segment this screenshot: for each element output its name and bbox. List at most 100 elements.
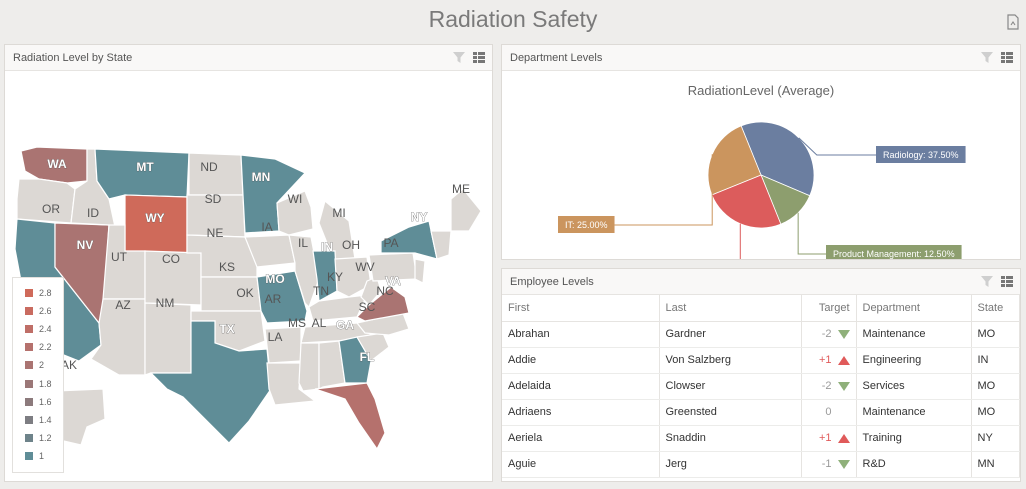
cell-state: MN [971,451,1020,478]
cell-last: Von Salzberg [659,347,802,374]
label-mi: MI [332,206,345,220]
label-ut: UT [111,250,128,264]
label-ne: NE [207,226,224,240]
cell-state: NY [971,425,1020,452]
state-nm [144,302,192,376]
legend-swatch [25,325,33,334]
table-row[interactable]: Adriaens Greensted 0 Maintenance MO [502,399,1020,426]
cell-department: R&D [856,451,972,478]
column-header-last[interactable]: Last [659,295,802,322]
map-panel: Radiation Level by State WA MT MN WY NV … [4,44,493,482]
cell-department: Engineering [856,347,972,374]
legend-item: 1 [25,447,63,465]
map-panel-header: Radiation Level by State [5,45,492,71]
label-mn: MN [252,170,271,184]
legend-item: 1.8 [25,374,63,392]
label-nv: NV [77,238,94,252]
label-sc: SC [359,300,376,314]
cell-first: Adriaens [502,399,660,426]
cell-first: Abrahan [502,321,660,348]
label-al: AL [312,316,327,330]
grid-menu-icon[interactable] [1000,51,1014,64]
column-header-department[interactable]: Department [856,295,972,322]
department-pie-chart[interactable]: Radiology: 37.50% Product Management: 12.… [502,71,1020,259]
column-header-target[interactable]: Target [801,295,857,322]
grid-menu-icon[interactable] [1000,275,1014,288]
table-row[interactable]: Adelaida Clowser -2 Services MO [502,373,1020,400]
table-row[interactable]: Aguie Jerg -1 R&D MN [502,451,1020,478]
cell-target: -2 [801,321,857,348]
dept-panel-title: Department Levels [510,52,603,64]
table-row[interactable]: Addie Von Salzberg +1 Engineering IN [502,347,1020,374]
state-nj [414,258,426,284]
table-header-row: First Last Target Department State [502,295,1020,322]
legend-label: 2.6 [39,306,52,317]
cell-state: MO [971,373,1020,400]
legend-item: 1.6 [25,393,63,411]
label-ia: IA [261,220,272,234]
label-fl: FL [360,350,375,364]
cell-last: Jerg [659,451,802,478]
state-ms [298,342,320,392]
legend-label: 1 [39,450,45,461]
legend-item: 2.2 [25,338,63,356]
label-nd: ND [200,160,218,174]
target-value: -2 [821,380,832,392]
pie-callout-line [798,137,876,156]
export-icon[interactable] [1006,14,1020,30]
cell-state: IN [971,347,1020,374]
label-wi: WI [288,192,303,206]
column-header-first[interactable]: First [502,295,660,322]
arrow-up-icon [837,433,850,443]
legend-swatch [25,451,33,460]
state-mt [94,148,190,200]
pie-slice-label: Product Management: 12.50% [833,249,955,259]
state-fl [314,382,386,451]
legend-item: 1.4 [25,411,63,429]
label-wy: WY [145,211,164,225]
filter-icon[interactable] [980,51,994,64]
table-row[interactable]: Abrahan Gardner -2 Maintenance MO [502,321,1020,348]
label-wv: WV [355,260,374,274]
column-header-state[interactable]: State [971,295,1020,322]
legend-item: 2.4 [25,320,63,338]
legend-label: 1.4 [39,414,52,425]
filter-icon[interactable] [452,51,466,64]
label-pa: PA [383,236,398,250]
label-tx: TX [219,322,234,336]
label-ms: MS [288,316,306,330]
arrow-up-icon [837,355,850,365]
legend-label: 2.8 [39,288,52,299]
target-value: -2 [821,328,832,340]
no-change-indicator [838,408,850,417]
grid-menu-icon[interactable] [472,51,486,64]
label-wa: WA [47,157,67,171]
label-ar: AR [265,292,282,306]
label-mo: MO [265,272,284,286]
filter-icon[interactable] [980,275,994,288]
legend-label: 2.2 [39,342,52,353]
cell-first: Aeriela [502,425,660,452]
cell-last: Snaddin [659,425,802,452]
dept-panel-header: Department Levels [502,45,1020,71]
emp-panel-header: Employee Levels [502,269,1020,295]
pie-slice-label: IT: 25.00% [565,220,608,230]
cell-last: Clowser [659,373,802,400]
emp-panel-title: Employee Levels [510,276,594,288]
target-value: +1 [818,354,832,366]
cell-target: +1 [801,425,857,452]
legend-label: 1.8 [39,378,52,389]
label-co: CO [162,252,180,266]
us-map[interactable]: WA MT MN WY NV NY IN MO VA CA TX GA FL N… [5,71,492,481]
label-ky: KY [327,270,343,284]
pie-callout-line [614,154,713,226]
legend-label: 1.6 [39,396,52,407]
target-value: 0 [825,406,832,418]
table-row[interactable]: Aeriela Snaddin +1 Training NY [502,425,1020,452]
state-or [16,178,76,224]
legend-swatch [25,307,33,316]
arrow-down-icon [837,381,850,391]
target-value: -1 [821,458,832,470]
label-nm: NM [156,296,175,310]
legend-swatch [25,343,33,352]
